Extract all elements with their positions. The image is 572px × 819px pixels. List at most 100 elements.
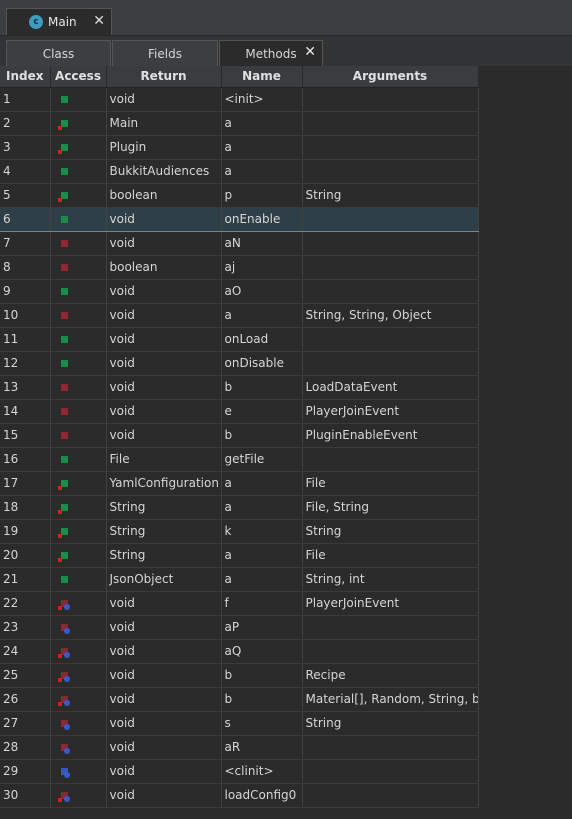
arguments-cell: String xyxy=(302,519,479,544)
table-row[interactable]: 18 String a File, String xyxy=(0,495,479,520)
arguments-cell xyxy=(302,279,479,304)
public-static-access-icon xyxy=(57,503,68,514)
methods-table-container[interactable]: Index Access Return Name Arguments 1 void… xyxy=(0,66,572,819)
index-cell: 14 xyxy=(0,399,51,424)
close-icon[interactable]: ✕ xyxy=(304,44,316,60)
close-icon[interactable]: ✕ xyxy=(93,13,105,29)
access-cell xyxy=(50,206,107,232)
arguments-cell: LoadDataEvent xyxy=(302,375,479,400)
index-cell: 18 xyxy=(0,495,51,520)
arguments-cell: String, String, Object xyxy=(302,303,479,328)
table-row[interactable]: 26 void b Material[], Random, String, bo xyxy=(0,687,479,712)
table-row[interactable]: 28 void aR xyxy=(0,735,479,760)
public-access-icon xyxy=(59,455,68,464)
table-row[interactable]: 30 void loadConfig0 xyxy=(0,783,479,808)
arguments-cell xyxy=(302,783,479,808)
column-header-index[interactable]: Index xyxy=(0,66,51,88)
tab-fields-label: Fields xyxy=(148,46,182,61)
return-type-cell: void xyxy=(106,351,222,376)
private-access-icon xyxy=(59,431,68,440)
table-row[interactable]: 5 boolean p String xyxy=(0,183,479,208)
table-row[interactable]: 23 void aP xyxy=(0,615,479,640)
public-access-icon xyxy=(59,575,68,584)
return-type-cell: void xyxy=(106,711,222,736)
table-row[interactable]: 16 File getFile xyxy=(0,447,479,472)
tab-class[interactable]: Class xyxy=(6,40,111,66)
tab-fields[interactable]: Fields xyxy=(112,40,218,66)
arguments-cell: Material[], Random, String, bo xyxy=(302,687,479,712)
method-name-cell: a xyxy=(221,543,303,568)
public-static-access-icon xyxy=(57,551,68,562)
table-row[interactable]: 19 String k String xyxy=(0,519,479,544)
method-name-cell: k xyxy=(221,519,303,544)
index-cell: 19 xyxy=(0,519,51,544)
arguments-cell: File xyxy=(302,543,479,568)
table-row[interactable]: 8 boolean aj xyxy=(0,255,479,280)
method-name-cell: onDisable xyxy=(221,351,303,376)
method-name-cell: aQ xyxy=(221,639,303,664)
access-cell xyxy=(50,423,107,448)
table-row[interactable]: 2 Main a xyxy=(0,111,479,136)
tab-methods[interactable]: Methods ✕ xyxy=(219,40,323,66)
index-cell: 30 xyxy=(0,783,51,808)
table-row[interactable]: 7 void aN xyxy=(0,231,479,256)
table-row[interactable]: 24 void aQ xyxy=(0,639,479,664)
table-row[interactable]: 4 BukkitAudiences a xyxy=(0,159,479,184)
method-name-cell: a xyxy=(221,567,303,592)
public-static-access-icon xyxy=(57,119,68,130)
table-row[interactable]: 25 void b Recipe xyxy=(0,663,479,688)
table-row[interactable]: 12 void onDisable xyxy=(0,351,479,376)
return-type-cell: boolean xyxy=(106,183,222,208)
table-row[interactable]: 15 void b PluginEnableEvent xyxy=(0,423,479,448)
method-name-cell: a xyxy=(221,303,303,328)
column-header-name[interactable]: Name xyxy=(221,66,303,88)
return-type-cell: void xyxy=(106,663,222,688)
index-cell: 20 xyxy=(0,543,51,568)
private-synthetic-access-icon xyxy=(59,743,70,754)
arguments-cell xyxy=(302,87,479,112)
method-name-cell: onEnable xyxy=(221,206,303,232)
table-row[interactable]: 3 Plugin a xyxy=(0,135,479,160)
column-header-arguments[interactable]: Arguments xyxy=(302,66,479,88)
access-cell xyxy=(50,255,107,280)
table-row[interactable]: 27 void s String xyxy=(0,711,479,736)
access-cell xyxy=(50,711,107,736)
table-row[interactable]: 22 void f PlayerJoinEvent xyxy=(0,591,479,616)
index-cell: 29 xyxy=(0,759,51,784)
table-row[interactable]: 29 void <clinit> xyxy=(0,759,479,784)
index-cell: 23 xyxy=(0,615,51,640)
table-body: 1 void <init> 2 Main a 3 Plugin a 4 BukkitAudience… xyxy=(0,87,479,808)
table-row[interactable]: 6 void onEnable xyxy=(0,206,479,232)
table-row[interactable]: 20 String a File xyxy=(0,543,479,568)
method-name-cell: e xyxy=(221,399,303,424)
index-cell: 11 xyxy=(0,327,51,352)
table-row[interactable]: 14 void e PlayerJoinEvent xyxy=(0,399,479,424)
tab-main[interactable]: c Main ✕ xyxy=(6,8,112,35)
table-row[interactable]: 21 JsonObject a String, int xyxy=(0,567,479,592)
table-row[interactable]: 9 void aO xyxy=(0,279,479,304)
access-cell xyxy=(50,159,107,184)
access-cell xyxy=(50,135,107,160)
access-cell xyxy=(50,303,107,328)
table-row[interactable]: 17 YamlConfiguration a File xyxy=(0,471,479,496)
table-row[interactable]: 10 void a String, String, Object xyxy=(0,303,479,328)
public-access-icon xyxy=(59,215,68,224)
arguments-cell xyxy=(302,135,479,160)
method-name-cell: <clinit> xyxy=(221,759,303,784)
table-row[interactable]: 13 void b LoadDataEvent xyxy=(0,375,479,400)
index-cell: 26 xyxy=(0,687,51,712)
table-row[interactable]: 1 void <init> xyxy=(0,87,479,112)
table-row[interactable]: 11 void onLoad xyxy=(0,327,479,352)
method-name-cell: b xyxy=(221,663,303,688)
access-cell xyxy=(50,183,107,208)
view-tab-bar: Class Fields Methods ✕ xyxy=(0,36,572,66)
column-header-access[interactable]: Access xyxy=(50,66,107,88)
column-header-return[interactable]: Return xyxy=(106,66,222,88)
public-access-icon xyxy=(59,95,68,104)
return-type-cell: void xyxy=(106,375,222,400)
access-cell xyxy=(50,543,107,568)
access-cell xyxy=(50,591,107,616)
static-synthetic-access-icon xyxy=(59,767,70,778)
private-synthetic-access-icon xyxy=(59,623,70,634)
private-access-icon xyxy=(59,311,68,320)
